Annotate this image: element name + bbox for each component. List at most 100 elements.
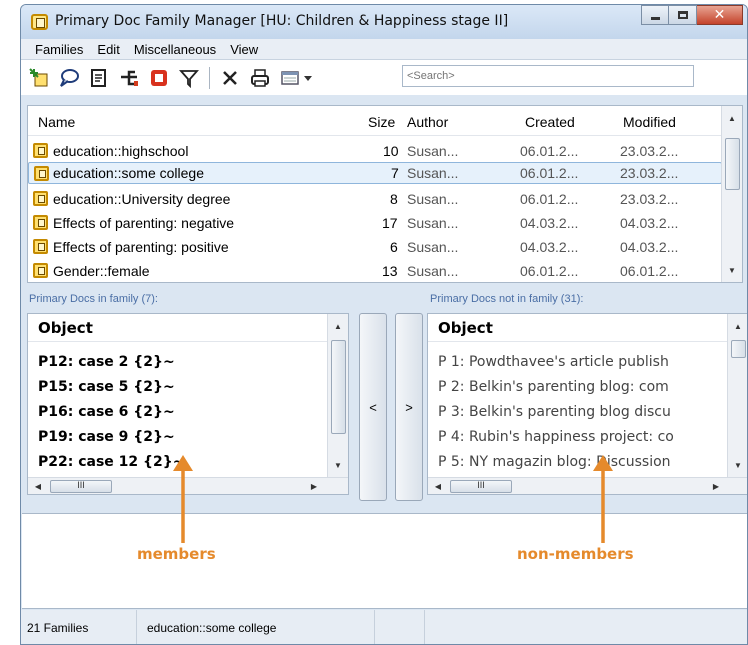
family-icon — [33, 215, 48, 230]
members-pane-label: Primary Docs in family (7): — [29, 293, 158, 305]
family-name: education::some college — [53, 165, 204, 181]
add-to-family-button[interactable]: < — [359, 313, 387, 501]
primary-doc-family-manager-window: Primary Doc Family Manager [HU: Children… — [20, 4, 748, 645]
table-row[interactable]: Effects of parenting: positive 6 Susan..… — [28, 236, 722, 258]
non-members-column-header[interactable]: Object — [428, 314, 728, 342]
family-modified: 04.03.2... — [620, 215, 679, 231]
view-options-dropdown[interactable] — [302, 66, 314, 90]
family-author: Susan... — [407, 143, 459, 159]
family-comment-pane[interactable] — [22, 513, 747, 609]
column-header-name[interactable]: Name — [38, 114, 75, 130]
column-header-author[interactable]: Author — [407, 114, 448, 130]
family-modified: 23.03.2... — [620, 165, 679, 181]
non-members-list: Object P 1: Powdthavee's article publish… — [427, 313, 747, 495]
scroll-left-icon[interactable]: ◀ — [30, 478, 46, 495]
view-options-button[interactable] — [278, 66, 302, 90]
scroll-thumb[interactable] — [331, 340, 346, 434]
stop-button[interactable] — [147, 66, 171, 90]
family-name: Gender::female — [53, 263, 150, 279]
list-item[interactable]: P 5: NY magazin blog: Discussion — [438, 454, 671, 470]
table-header: Name Size Author Created Modified — [28, 106, 722, 136]
list-item[interactable]: P15: case 5 {2}~ — [38, 379, 175, 395]
column-header-modified[interactable]: Modified — [623, 114, 676, 130]
table-row[interactable]: education::highschool 10 Susan... 06.01.… — [28, 140, 722, 162]
title-bar[interactable]: Primary Doc Family Manager [HU: Children… — [21, 5, 747, 39]
scroll-thumb[interactable] — [731, 340, 746, 358]
family-author: Susan... — [407, 263, 459, 279]
new-family-button[interactable] — [27, 66, 51, 90]
list-item[interactable]: P 4: Rubin's happiness project: co — [438, 429, 674, 445]
list-item[interactable]: P 1: Powdthavee's article publish — [438, 354, 669, 370]
network-icon — [121, 70, 138, 86]
family-modified: 23.03.2... — [620, 143, 679, 159]
family-icon — [33, 239, 48, 254]
delete-button[interactable] — [218, 66, 242, 90]
column-header-created[interactable]: Created — [525, 114, 575, 130]
comment-button[interactable] — [57, 66, 81, 90]
list-item[interactable]: P 3: Belkin's parenting blog discu — [438, 404, 671, 420]
scroll-up-icon[interactable]: ▲ — [728, 318, 747, 336]
scroll-right-icon[interactable]: ▶ — [306, 478, 322, 495]
minimize-button[interactable] — [641, 5, 669, 25]
list-item[interactable]: P12: case 2 {2}~ — [38, 354, 175, 370]
scroll-thumb[interactable] — [725, 138, 740, 190]
family-size: 8 — [390, 191, 398, 207]
filter-button[interactable] — [177, 66, 201, 90]
family-created: 06.01.2... — [520, 143, 579, 159]
stop-icon — [151, 69, 167, 86]
list-item[interactable]: P22: case 12 {2}~ — [38, 454, 184, 470]
family-author: Susan... — [407, 165, 459, 181]
list-item[interactable]: P 2: Belkin's parenting blog: com — [438, 379, 669, 395]
menu-view[interactable]: View — [223, 39, 265, 59]
list-item[interactable]: P19: case 9 {2}~ — [38, 429, 175, 445]
column-header-size[interactable]: Size — [368, 114, 395, 130]
family-created: 04.03.2... — [520, 215, 579, 231]
window-controls: ✕ — [641, 5, 743, 25]
family-created: 06.01.2... — [520, 191, 579, 207]
menu-families[interactable]: Families — [28, 39, 90, 59]
print-button[interactable] — [248, 66, 272, 90]
scroll-left-icon[interactable]: ◀ — [430, 478, 446, 495]
family-size: 6 — [390, 239, 398, 255]
table-row[interactable]: Effects of parenting: negative 17 Susan.… — [28, 212, 722, 234]
family-modified: 04.03.2... — [620, 239, 679, 255]
maximize-icon — [677, 11, 688, 19]
maximize-button[interactable] — [669, 5, 697, 25]
scroll-right-icon[interactable]: ▶ — [708, 478, 724, 495]
scroll-up-icon[interactable]: ▲ — [722, 110, 742, 128]
scroll-thumb[interactable]: III — [50, 480, 112, 493]
document-button[interactable] — [87, 66, 111, 90]
scroll-up-icon[interactable]: ▲ — [328, 318, 348, 336]
table-row[interactable]: education::University degree 8 Susan... … — [28, 188, 722, 210]
family-icon — [33, 191, 48, 206]
search-input[interactable] — [402, 65, 694, 87]
comment-icon — [60, 68, 79, 87]
menu-miscellaneous[interactable]: Miscellaneous — [127, 39, 223, 59]
status-family-count: 21 Families — [21, 610, 137, 644]
family-size: 17 — [382, 215, 398, 231]
members-column-header[interactable]: Object — [28, 314, 328, 342]
scroll-down-icon[interactable]: ▼ — [328, 457, 348, 475]
table-row-selected[interactable]: education::some college 7 Susan... 06.01… — [28, 162, 722, 184]
network-button[interactable] — [117, 66, 141, 90]
close-button[interactable]: ✕ — [697, 5, 743, 25]
family-size: 13 — [382, 263, 398, 279]
members-vertical-scrollbar[interactable]: ▲ ▼ — [327, 314, 348, 477]
scroll-down-icon[interactable]: ▼ — [728, 457, 747, 475]
scroll-down-icon[interactable]: ▼ — [722, 262, 742, 280]
members-annotation: members — [137, 545, 216, 563]
list-item[interactable]: P16: case 6 {2}~ — [38, 404, 175, 420]
table-row[interactable]: Gender::female 13 Susan... 06.01.2... 06… — [28, 260, 722, 282]
family-created: 06.01.2... — [520, 165, 579, 181]
scroll-thumb[interactable]: III — [450, 480, 512, 493]
print-icon — [251, 68, 269, 87]
dropdown-arrow-icon — [304, 75, 312, 81]
remove-from-family-button[interactable]: > — [395, 313, 423, 501]
non-members-pane-label: Primary Docs not in family (31): — [430, 293, 584, 305]
families-vertical-scrollbar[interactable]: ▲ ▼ — [721, 106, 742, 282]
family-icon — [34, 166, 49, 181]
families-table: Name Size Author Created Modified educat… — [27, 105, 743, 283]
non-members-horizontal-scrollbar[interactable]: ◀ III ▶ — [428, 477, 747, 495]
menu-edit[interactable]: Edit — [90, 39, 126, 59]
non-members-vertical-scrollbar[interactable]: ▲ ▼ — [727, 314, 747, 477]
